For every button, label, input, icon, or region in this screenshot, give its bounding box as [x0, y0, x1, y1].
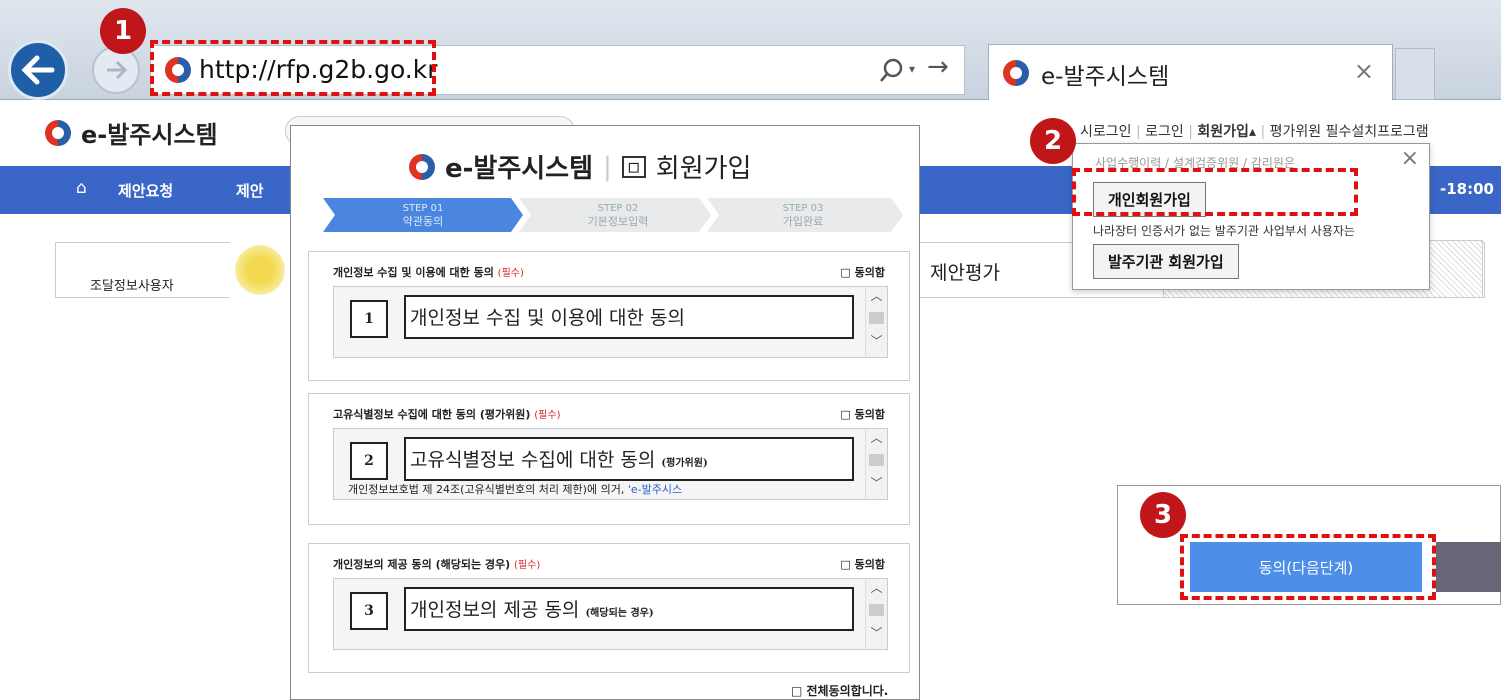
proposal-eval-label: 제안평가 [930, 262, 1000, 284]
step-2: STEP 02 기본정보입력 [528, 198, 708, 232]
back-arrow-icon [21, 55, 55, 85]
modal-brand: e-발주시스템 [445, 154, 594, 184]
brand-logo-icon [45, 119, 71, 146]
tab-title: e-발주시스템 [1041, 64, 1170, 90]
term-number: 1 [350, 300, 388, 338]
modal-title: e-발주시스템 | ▫ 회원가입 [409, 148, 751, 185]
tab-favicon-icon [1003, 60, 1029, 86]
step-2-num: STEP 02 [597, 203, 639, 214]
scrollbar[interactable]: ︿ ﹀ [865, 579, 887, 649]
scroll-thumb[interactable] [869, 312, 884, 324]
consent-section-personal-info: 개인정보 수집 및 이용에 대한 동의 (필수) □ 동의함 1 개인정보 수집… [308, 251, 910, 381]
step-1: STEP 01 약관동의 [333, 198, 513, 232]
term-number: 3 [350, 592, 388, 630]
home-icon[interactable]: ⌂ [76, 178, 87, 198]
term-body-link[interactable]: 'e-발주시스 [628, 483, 682, 496]
back-button[interactable] [8, 40, 68, 100]
term-heading: 개인정보 수집 및 이용에 대한 동의 [404, 295, 854, 339]
section-title-text: 개인정보의 제공 동의 (해당되는 경우) [333, 558, 511, 571]
id-card-icon: ▫ [621, 155, 646, 178]
terms-scrollbox[interactable]: 2 고유식별정보 수집에 대한 동의 (평가위원) 개인정보보호법 제 24조(… [333, 428, 888, 500]
procurement-user-label: 조달정보사용자 [90, 279, 174, 294]
scroll-down-icon[interactable]: ﹀ [866, 474, 887, 491]
term-heading-text: 고유식별정보 수집에 대한 동의 [410, 449, 656, 471]
step-progress: STEP 01 약관동의 STEP 02 기본정보입력 STEP 03 가입완료 [323, 198, 903, 232]
search-icon[interactable] [879, 58, 905, 84]
term-heading-note: (해당되는 경우) [585, 608, 654, 619]
agree-checkbox[interactable]: □ 동의함 [840, 556, 885, 572]
modal-page-name: 회원가입 [655, 154, 752, 184]
callout-badge-1: 1 [100, 8, 146, 54]
step-3: STEP 03 가입완료 [713, 198, 893, 232]
section-title-text: 개인정보 수집 및 이용에 대한 동의 [333, 266, 494, 279]
agree-checkbox[interactable]: □ 동의함 [840, 264, 885, 280]
term-heading-note: (평가위원) [661, 458, 708, 469]
section-title: 고유식별정보 수집에 대한 동의 (평가위원) (필수) [333, 406, 560, 422]
scroll-down-icon[interactable]: ﹀ [866, 332, 887, 349]
consent-section-unique-id: 고유식별정보 수집에 대한 동의 (평가위원) (필수) □ 동의함 2 고유식… [308, 393, 910, 525]
consent-section-provision: 개인정보의 제공 동의 (해당되는 경우) (필수) □ 동의함 3 개인정보의… [308, 543, 910, 673]
agree-checkbox[interactable]: □ 동의함 [840, 406, 885, 422]
step-1-label: 약관동의 [402, 215, 444, 228]
nav-item-proposal-request[interactable]: 제안요청 [118, 180, 173, 201]
dropdown-note: 나라장터 인증서가 없는 발주기관 사업부서 사용자는 [1093, 224, 1355, 238]
step-3-num: STEP 03 [782, 203, 824, 214]
scrollbar[interactable]: ︿ ﹀ [865, 287, 887, 357]
signup-dropdown: 사업수행이력 / 설계검증위원 / 감리원은 × 개인회원가입 나라장터 인증서… [1072, 143, 1430, 290]
scroll-thumb[interactable] [869, 454, 884, 466]
link-signup[interactable]: 회원가입▴ [1197, 124, 1256, 140]
terms-scrollbox[interactable]: 3 개인정보의 제공 동의 (해당되는 경우) ︿ ﹀ [333, 578, 888, 650]
scroll-up-icon[interactable]: ︿ [866, 579, 887, 596]
top-links: 시로그인 | 로그인 | 회원가입▴ | 평가위원 필수설치프로그램 [1080, 124, 1429, 140]
step-3-label: 가입완료 [782, 215, 824, 228]
required-tag: (필수) [534, 410, 561, 421]
scroll-up-icon[interactable]: ︿ [866, 287, 887, 304]
term-heading: 개인정보의 제공 동의 (해당되는 경우) [404, 587, 854, 631]
signup-modal: e-발주시스템 | ▫ 회원가입 STEP 01 약관동의 STEP 02 기본… [290, 125, 920, 700]
agency-signup-button[interactable]: 발주기관 회원가입 [1093, 244, 1239, 279]
scrollbar[interactable]: ︿ ﹀ [865, 429, 887, 499]
link-login[interactable]: 로그인 [1145, 124, 1184, 140]
go-arrow-icon[interactable]: → [927, 52, 949, 82]
highlight-address [150, 40, 436, 96]
scroll-thumb[interactable] [869, 604, 884, 616]
terms-scrollbox[interactable]: 1 개인정보 수집 및 이용에 대한 동의 ︿ ﹀ [333, 286, 888, 358]
term-heading-text: 개인정보의 제공 동의 [410, 599, 580, 621]
required-tag: (필수) [497, 268, 524, 279]
step-2-label: 기본정보입력 [587, 215, 649, 228]
site-title-text: e-발주시스템 [81, 121, 218, 149]
highlight-next-button [1180, 534, 1436, 600]
term-heading: 고유식별정보 수집에 대한 동의 (평가위원) [404, 437, 854, 481]
term-number: 2 [350, 442, 388, 480]
scroll-up-icon[interactable]: ︿ [866, 429, 887, 446]
new-tab-button[interactable] [1395, 48, 1435, 100]
agree-all-checkbox[interactable]: □ 전체동의합니다. [791, 682, 888, 699]
site-logo[interactable]: e-발주시스템 [45, 115, 218, 150]
section-title: 개인정보 수집 및 이용에 대한 동의 (필수) [333, 264, 524, 280]
callout-badge-3: 3 [1140, 492, 1186, 538]
modal-logo-icon [409, 153, 435, 180]
term-body-main: 개인정보보호법 제 24조(고유식별번호의 처리 제한)에 의거, [348, 483, 628, 496]
browser-tab[interactable]: e-발주시스템 × [988, 44, 1393, 100]
section-title: 개인정보의 제공 동의 (해당되는 경우) (필수) [333, 556, 540, 572]
required-tag: (필수) [514, 560, 541, 571]
dropdown-close-icon[interactable]: × [1401, 146, 1419, 171]
step-1-num: STEP 01 [402, 203, 444, 214]
service-hours: -18:00 [1440, 180, 1494, 198]
term-heading-text: 개인정보 수집 및 이용에 대한 동의 [410, 307, 685, 329]
dropdown-arrow-icon[interactable]: ▾ [909, 62, 915, 76]
callout-badge-2: 2 [1030, 118, 1076, 164]
nav-item-proposal[interactable]: 제안 [236, 180, 264, 201]
link-evaluator-programs[interactable]: 평가위원 필수설치프로그램 [1270, 124, 1429, 140]
scroll-down-icon[interactable]: ﹀ [866, 624, 887, 641]
decorative-graphic [230, 242, 290, 298]
tab-close-icon[interactable]: × [1354, 57, 1374, 85]
secondary-button[interactable] [1436, 542, 1501, 592]
link-cert-login[interactable]: 시로그인 [1080, 124, 1132, 140]
section-title-text: 고유식별정보 수집에 대한 동의 (평가위원) [333, 408, 531, 421]
term-body-text: 개인정보보호법 제 24조(고유식별번호의 처리 제한)에 의거, 'e-발주시… [348, 481, 682, 497]
forward-arrow-icon [107, 60, 127, 80]
highlight-personal-signup [1072, 168, 1358, 216]
